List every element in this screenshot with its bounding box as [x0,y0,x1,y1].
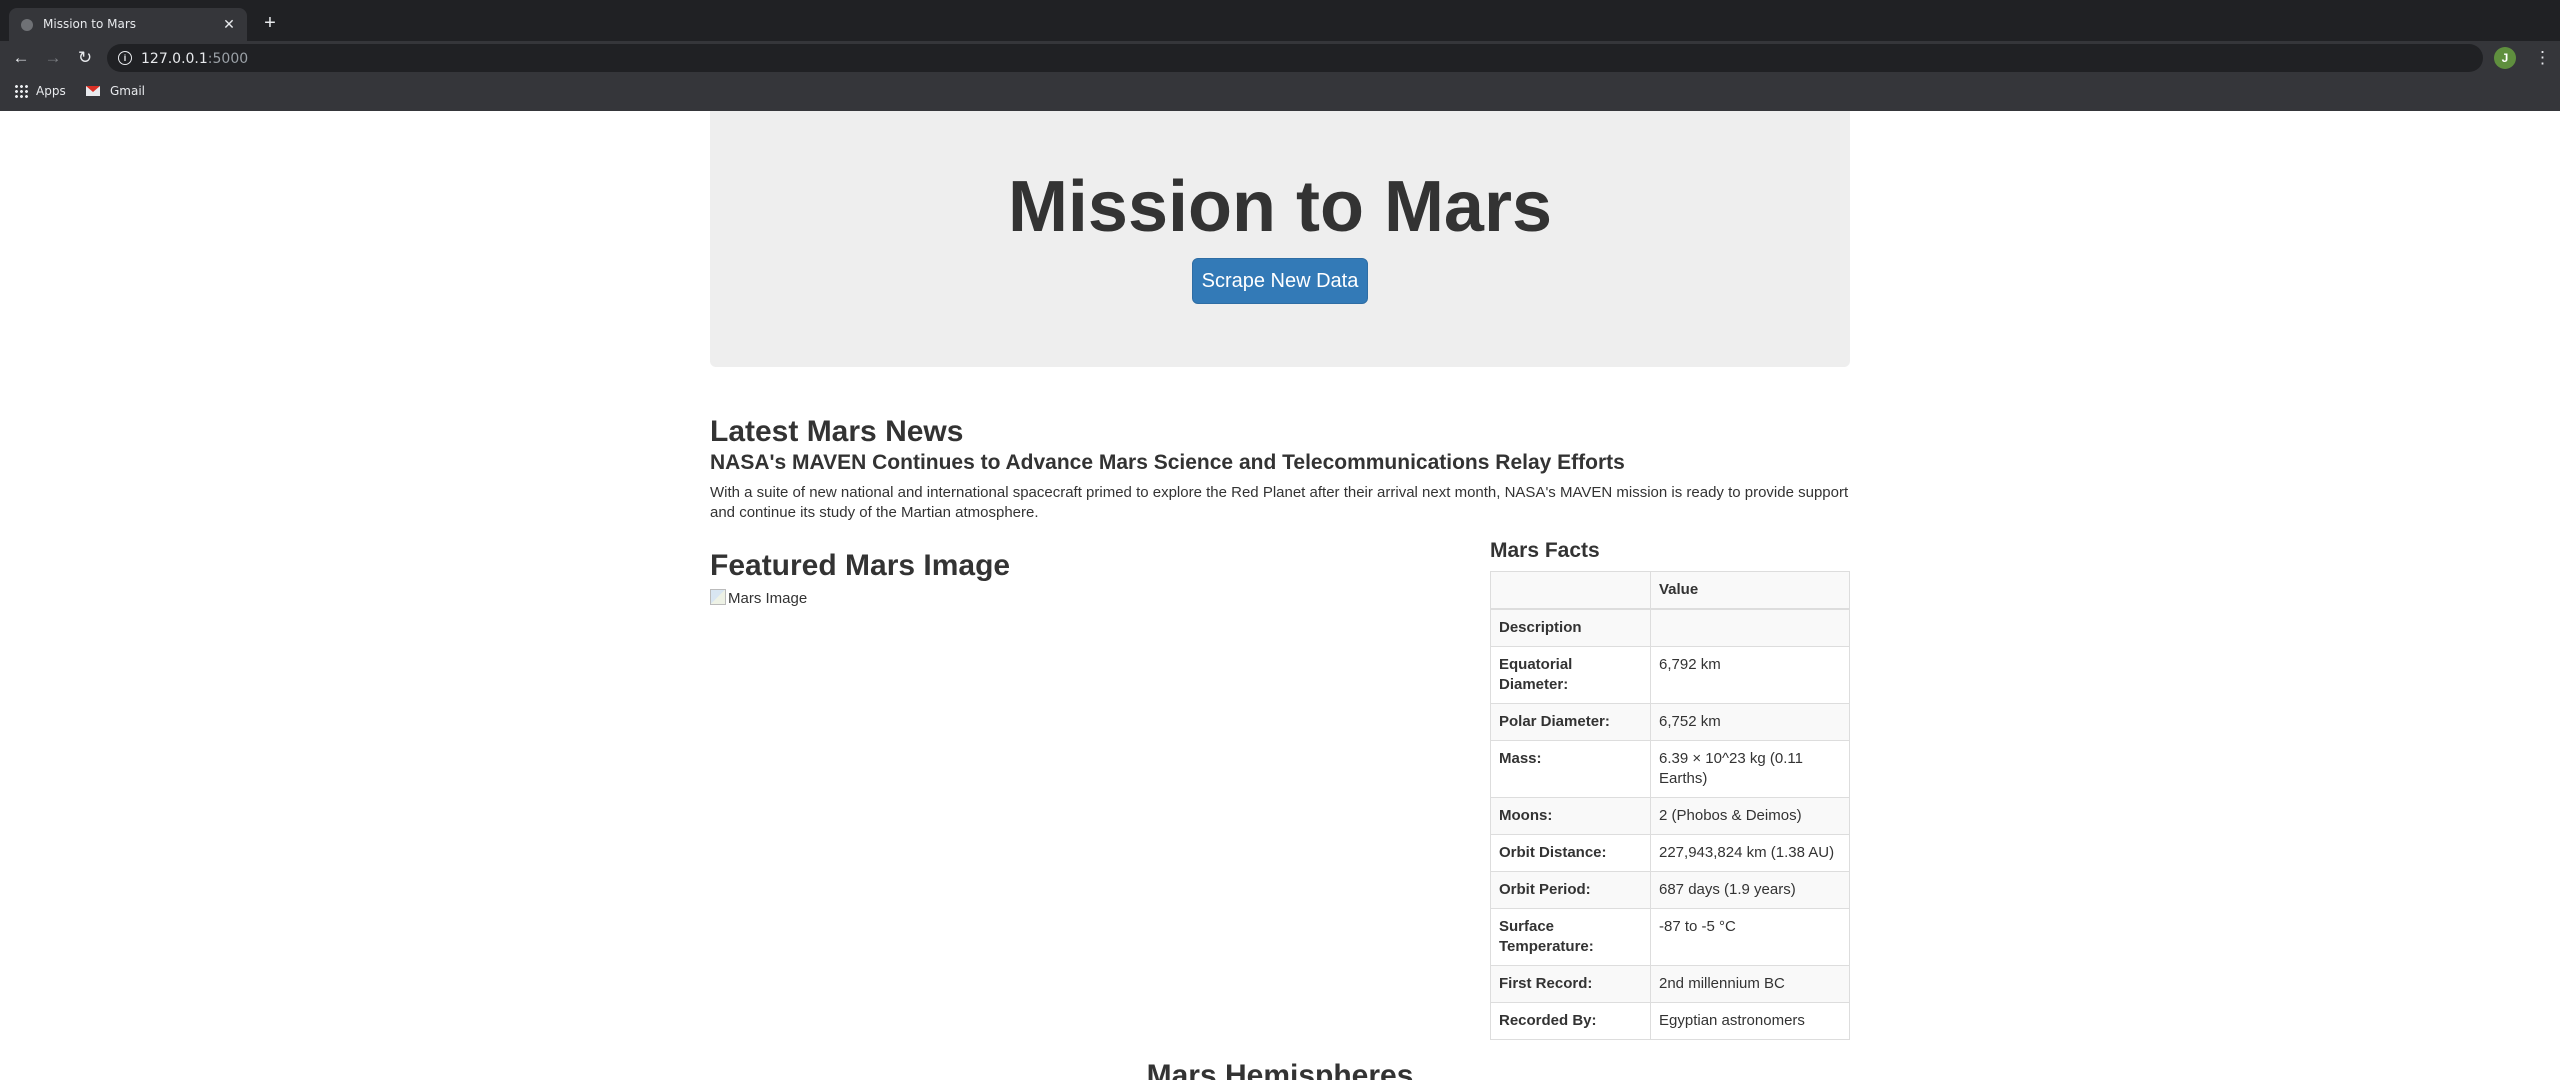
table-row: Moons: 2 (Phobos & Deimos) [1490,797,1850,835]
fact-label: Recorded By: [1490,1002,1651,1040]
url-host: 127.0.0.1 [141,51,208,67]
table-row: Polar Diameter: 6,752 km [1490,703,1850,741]
featured-image-heading: Featured Mars Image [710,549,1011,582]
fact-value: 6,752 km [1650,703,1850,741]
browser-chrome: Mission to Mars ✕ + ← → ↻ i 127.0.0.1:50… [0,0,2560,111]
fact-value: 6,792 km [1650,646,1850,704]
profile-avatar[interactable]: J [2494,47,2516,69]
fact-label: First Record: [1490,965,1651,1003]
fact-label: Description [1490,608,1651,647]
table-row: Recorded By: Egyptian astronomers [1490,1002,1850,1040]
table-row: Description [1490,608,1850,647]
table-row: First Record: 2nd millennium BC [1490,965,1850,1003]
browser-toolbar: ← → ↻ i 127.0.0.1:5000 ☆ J ⋮ [0,41,2560,75]
globe-icon [21,19,33,31]
apps-icon [14,84,28,98]
jumbotron: Mission to Mars Scrape New Data [710,111,1850,367]
fact-label: Orbit Period: [1490,871,1651,909]
tab-title: Mission to Mars [43,17,137,31]
bookmark-apps[interactable]: Apps [14,84,66,102]
featured-mars-image: Mars Image [710,589,807,607]
fact-value: Egyptian astronomers [1650,1002,1850,1040]
back-arrow-icon[interactable]: ← [10,47,32,69]
fact-value: 2nd millennium BC [1650,965,1850,1003]
table-header-row: Value [1490,571,1850,610]
fact-label: Equatorial Diameter: [1490,646,1651,704]
fact-value: 227,943,824 km (1.38 AU) [1650,834,1850,872]
table-row: Equatorial Diameter: 6,792 km [1490,646,1850,704]
page-content: Mission to Mars Scrape New Data Latest M… [0,111,2560,1080]
fact-label: Surface Temperature: [1490,908,1651,966]
bookmarks-bar: Apps Gmail [0,75,2560,111]
fact-value [1650,608,1850,647]
fact-label: Orbit Distance: [1490,834,1651,872]
address-bar[interactable]: i 127.0.0.1:5000 ☆ [107,44,2483,72]
hemispheres-heading: Mars Hemispheres [1146,1059,1414,1080]
table-row: Mass: 6.39 × 10^23 kg (0.11 Earths) [1490,740,1850,798]
fact-label: Mass: [1490,740,1651,798]
news-paragraph: With a suite of new national and interna… [710,484,1849,521]
gmail-icon [86,86,100,96]
news-title: NASA's MAVEN Continues to Advance Mars S… [710,451,1625,474]
tab-strip: Mission to Mars ✕ + [0,0,2560,41]
browser-tab[interactable]: Mission to Mars ✕ [9,8,247,41]
url-text[interactable]: 127.0.0.1:5000 [141,51,248,67]
column-header: Value [1650,571,1850,610]
forward-arrow-icon[interactable]: → [42,47,64,69]
url-port: :5000 [207,51,249,67]
fact-label: Moons: [1490,797,1651,835]
table-row: Orbit Period: 687 days (1.9 years) [1490,871,1850,909]
fact-value: 2 (Phobos & Deimos) [1650,797,1850,835]
column-header [1490,571,1651,610]
reload-icon[interactable]: ↻ [74,47,96,69]
bookmark-label: Gmail [110,84,146,98]
latest-news-heading: Latest Mars News [710,415,964,448]
mars-facts-table: Value Description Equatorial Diameter: 6,… [1490,571,1850,1040]
bookmark-gmail[interactable]: Gmail [86,84,145,102]
kebab-menu-icon[interactable]: ⋮ [2534,47,2551,69]
fact-value: -87 to -5 °C [1650,908,1850,966]
fact-label: Polar Diameter: [1490,703,1651,741]
new-tab-button[interactable]: + [259,12,281,34]
info-icon[interactable]: i [118,51,132,65]
bookmark-label: Apps [36,84,66,98]
fact-value: 687 days (1.9 years) [1650,871,1850,909]
table-row: Surface Temperature: -87 to -5 °C [1490,908,1850,966]
table-row: Orbit Distance: 227,943,824 km (1.38 AU) [1490,834,1850,872]
mars-facts-heading: Mars Facts [1490,539,1600,562]
scrape-new-data-button[interactable]: Scrape New Data [1192,258,1368,304]
close-tab-icon[interactable]: ✕ [219,14,239,34]
fact-value: 6.39 × 10^23 kg (0.11 Earths) [1650,740,1850,798]
page-title: Mission to Mars [1007,167,1553,247]
